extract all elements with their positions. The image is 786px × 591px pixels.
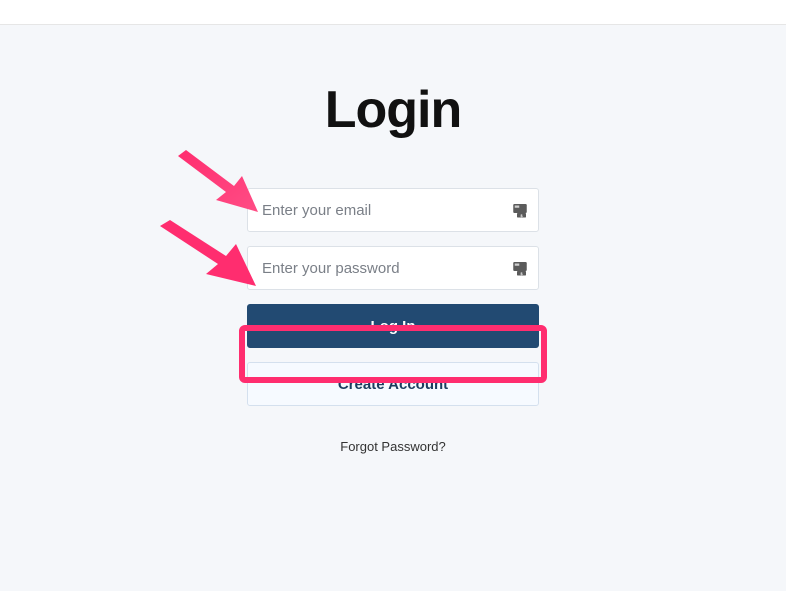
password-field[interactable]: [247, 246, 539, 290]
login-page: Login $ $: [0, 25, 786, 591]
email-row: $: [247, 188, 539, 232]
login-form: $ $ Log In Create Account Forgot Passwor…: [247, 188, 539, 456]
browser-top-strip: [0, 0, 786, 25]
password-manager-icon[interactable]: $: [511, 259, 529, 277]
forgot-password-link[interactable]: Forgot Password?: [340, 439, 446, 454]
login-button[interactable]: Log In: [247, 304, 539, 348]
create-account-button[interactable]: Create Account: [247, 362, 539, 406]
page-title: Login: [0, 80, 786, 140]
email-field[interactable]: [247, 188, 539, 232]
password-row: $: [247, 246, 539, 290]
password-manager-icon[interactable]: $: [511, 201, 529, 219]
forgot-password-row: Forgot Password?: [247, 438, 539, 456]
